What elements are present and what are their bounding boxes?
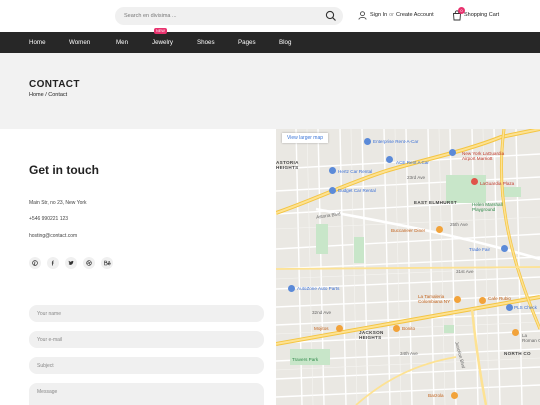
sign-in-link[interactable]: Sign In <box>370 12 387 18</box>
pinterest-icon[interactable] <box>29 257 41 269</box>
nav-blog[interactable]: Blog <box>279 32 291 53</box>
google-map[interactable]: View larger map ASTORIA HEIGHTS EAST ELM… <box>276 129 540 405</box>
map-pin-budget[interactable] <box>329 187 336 194</box>
map-label-mojitos: Mojitos <box>314 326 329 331</box>
nav-jewelry-label: Jewelry <box>152 39 173 46</box>
nav-home[interactable]: Home <box>29 32 46 53</box>
map-pin-hertz[interactable] <box>329 167 336 174</box>
cart-label[interactable]: Shopping Cart <box>464 12 499 18</box>
map-label-34th-ave: 34th Ave <box>400 351 418 356</box>
nav-women[interactable]: Women <box>69 32 90 53</box>
map-label-buccaneer: Buccaneer Diner <box>391 228 426 233</box>
bag-icon: 0 <box>452 6 465 21</box>
phone-text: +546 990221 123 <box>29 216 69 222</box>
map-label-25th-ave: 25th Ave <box>450 222 468 227</box>
nav-men[interactable]: Men <box>116 32 128 53</box>
map-label-budget: Budget Car Rental <box>338 188 376 193</box>
map-label-pls-check: PLS Check <box>514 305 537 310</box>
or-text: or <box>389 12 395 18</box>
name-field[interactable] <box>29 305 264 322</box>
address-text: Main Str, no 23, New York <box>29 200 87 206</box>
map-label-laguardia-plaza: LaGuardia Plaza <box>480 181 515 186</box>
map-label-astoria-heights: ASTORIA HEIGHTS <box>276 160 299 170</box>
map-pin-pls-check[interactable] <box>506 304 513 311</box>
social-links <box>29 257 119 269</box>
facebook-icon[interactable] <box>47 257 59 269</box>
map-pin-ace-rent[interactable] <box>386 156 393 163</box>
page-title: CONTACT <box>29 79 80 90</box>
nav-shoes[interactable]: Shoes <box>197 32 215 53</box>
map-pin-trade-fair[interactable] <box>501 245 508 252</box>
map-pin-mojitos[interactable] <box>336 325 343 332</box>
map-pin-autozone[interactable] <box>288 285 295 292</box>
map-label-trade-fair: Trade Fair <box>469 247 491 252</box>
top-bar: Sign In or Create Account 0 Shopping Car… <box>0 0 540 32</box>
map-pin-la-roman[interactable] <box>512 329 519 336</box>
map-label-hertz: Hertz Car Rental <box>338 169 373 174</box>
subject-field[interactable] <box>29 357 264 374</box>
map-pin-enterprise[interactable] <box>364 138 371 145</box>
map-label-la-tamaleria: La Tamaleria Colombiana NY <box>418 294 451 304</box>
new-badge: NEW <box>154 28 167 34</box>
search-box <box>115 7 343 25</box>
map-pin-cafe-rubio[interactable] <box>479 297 486 304</box>
map-label-enterprise: Enterprise Rent-A-Car <box>373 139 419 144</box>
map-label-barzola: Barzola <box>428 393 444 398</box>
twitter-icon[interactable] <box>65 257 77 269</box>
map-canvas <box>276 129 540 405</box>
map-label-ace-rent: ACE Rent A Car <box>396 160 429 165</box>
map-pin-barzola[interactable] <box>451 392 458 399</box>
breadcrumb[interactable]: Home / Contact <box>29 92 67 98</box>
page-header: CONTACT Home / Contact <box>0 53 540 129</box>
behance-icon[interactable] <box>101 257 113 269</box>
map-label-32nd-ave: 32nd Ave <box>312 310 332 315</box>
map-label-31st-ave: 31st Ave <box>456 269 474 274</box>
map-label-bonito: Bonito <box>402 326 416 331</box>
email-field[interactable] <box>29 331 264 348</box>
map-label-travers-park: Travers Park <box>292 357 319 362</box>
contact-heading: Get in touch <box>29 163 99 177</box>
create-account-link[interactable]: Create Account <box>396 12 434 18</box>
main-nav: Home Women Men Jewelry NEW Shoes Pages Bl… <box>0 28 540 53</box>
map-label-cafe-rubio: Cafe Rubio <box>488 296 511 301</box>
map-pin-bonito[interactable] <box>393 325 400 332</box>
nav-jewelry[interactable]: Jewelry NEW <box>152 28 173 53</box>
search-input[interactable] <box>124 7 314 25</box>
map-pin-buccaneer[interactable] <box>436 226 443 233</box>
map-pin-laguardia-plaza[interactable] <box>471 178 478 185</box>
dribbble-icon[interactable] <box>83 257 95 269</box>
map-pin-marriott[interactable] <box>449 149 456 156</box>
map-pin-la-tamaleria[interactable] <box>454 296 461 303</box>
map-label-la-roman: La Roman Ca <box>522 333 540 343</box>
email-text: hosting@contact.com <box>29 233 78 239</box>
map-label-23rd-ave: 23rd Ave <box>407 175 426 180</box>
cart-count-badge: 0 <box>458 6 465 14</box>
contact-info-section: Get in touch Main Str, no 23, New York +… <box>0 129 276 405</box>
map-label-autozone: AutoZone Auto Parts <box>297 286 340 291</box>
user-icon <box>358 10 367 20</box>
account-links: Sign In or Create Account <box>358 8 434 22</box>
message-field[interactable] <box>29 383 264 405</box>
map-label-north-corona: NORTH CO <box>504 351 531 356</box>
map-label-jackson-heights: JACKSON HEIGHTS <box>359 330 384 340</box>
view-larger-map-link[interactable]: View larger map <box>282 133 329 143</box>
map-label-helen-marshall: Helen Marshall Playground <box>472 202 503 212</box>
search-icon[interactable] <box>325 10 337 22</box>
map-label-laguardia-marriott: New York LaGuardia Airport Marriott <box>462 151 505 161</box>
shopping-cart[interactable]: 0 Shopping Cart <box>452 6 499 22</box>
map-label-east-elmhurst: EAST ELMHURST <box>414 200 457 205</box>
nav-pages[interactable]: Pages <box>238 32 256 53</box>
